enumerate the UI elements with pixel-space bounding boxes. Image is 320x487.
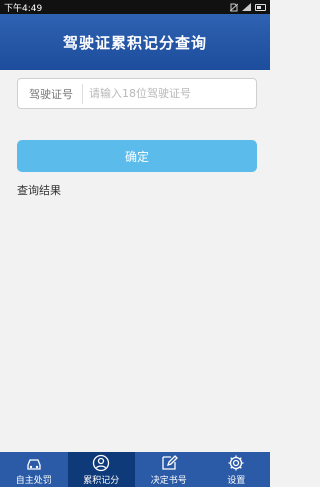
gear-icon xyxy=(228,455,244,470)
status-icons xyxy=(230,3,266,12)
status-time: 下午4:49 xyxy=(4,3,43,14)
tab-settings[interactable]: 设置 xyxy=(203,452,271,487)
tab-label: 自主处罚 xyxy=(15,475,52,486)
tab-decision-number[interactable]: 决定书号 xyxy=(135,452,203,487)
tab-label: 累积记分 xyxy=(83,475,120,486)
bottom-tab-bar: 自主处罚 累积记分 决定书号 设置 xyxy=(0,452,270,487)
no-sim-icon xyxy=(230,3,238,11)
tab-accumulated-points[interactable]: 累积记分 xyxy=(67,452,135,487)
tab-label: 设置 xyxy=(227,475,246,486)
license-number-field[interactable]: 驾驶证号 xyxy=(17,78,257,109)
user-icon xyxy=(93,454,110,471)
tab-label: 决定书号 xyxy=(150,475,187,486)
car-icon xyxy=(27,458,41,470)
query-result-label: 查询结果 xyxy=(17,184,61,197)
edit-icon xyxy=(162,454,178,470)
confirm-button[interactable]: 确定 xyxy=(17,140,257,172)
battery-icon xyxy=(255,3,266,11)
license-number-label: 驾驶证号 xyxy=(29,87,73,101)
tab-self-penalty[interactable]: 自主处罚 xyxy=(0,452,68,487)
license-number-input[interactable] xyxy=(83,79,256,108)
page-title: 驾驶证累积记分查询 xyxy=(62,33,207,52)
status-bar: 下午4:49 xyxy=(0,0,270,14)
page-header: 驾驶证累积记分查询 xyxy=(0,14,270,70)
signal-icon xyxy=(242,3,251,11)
